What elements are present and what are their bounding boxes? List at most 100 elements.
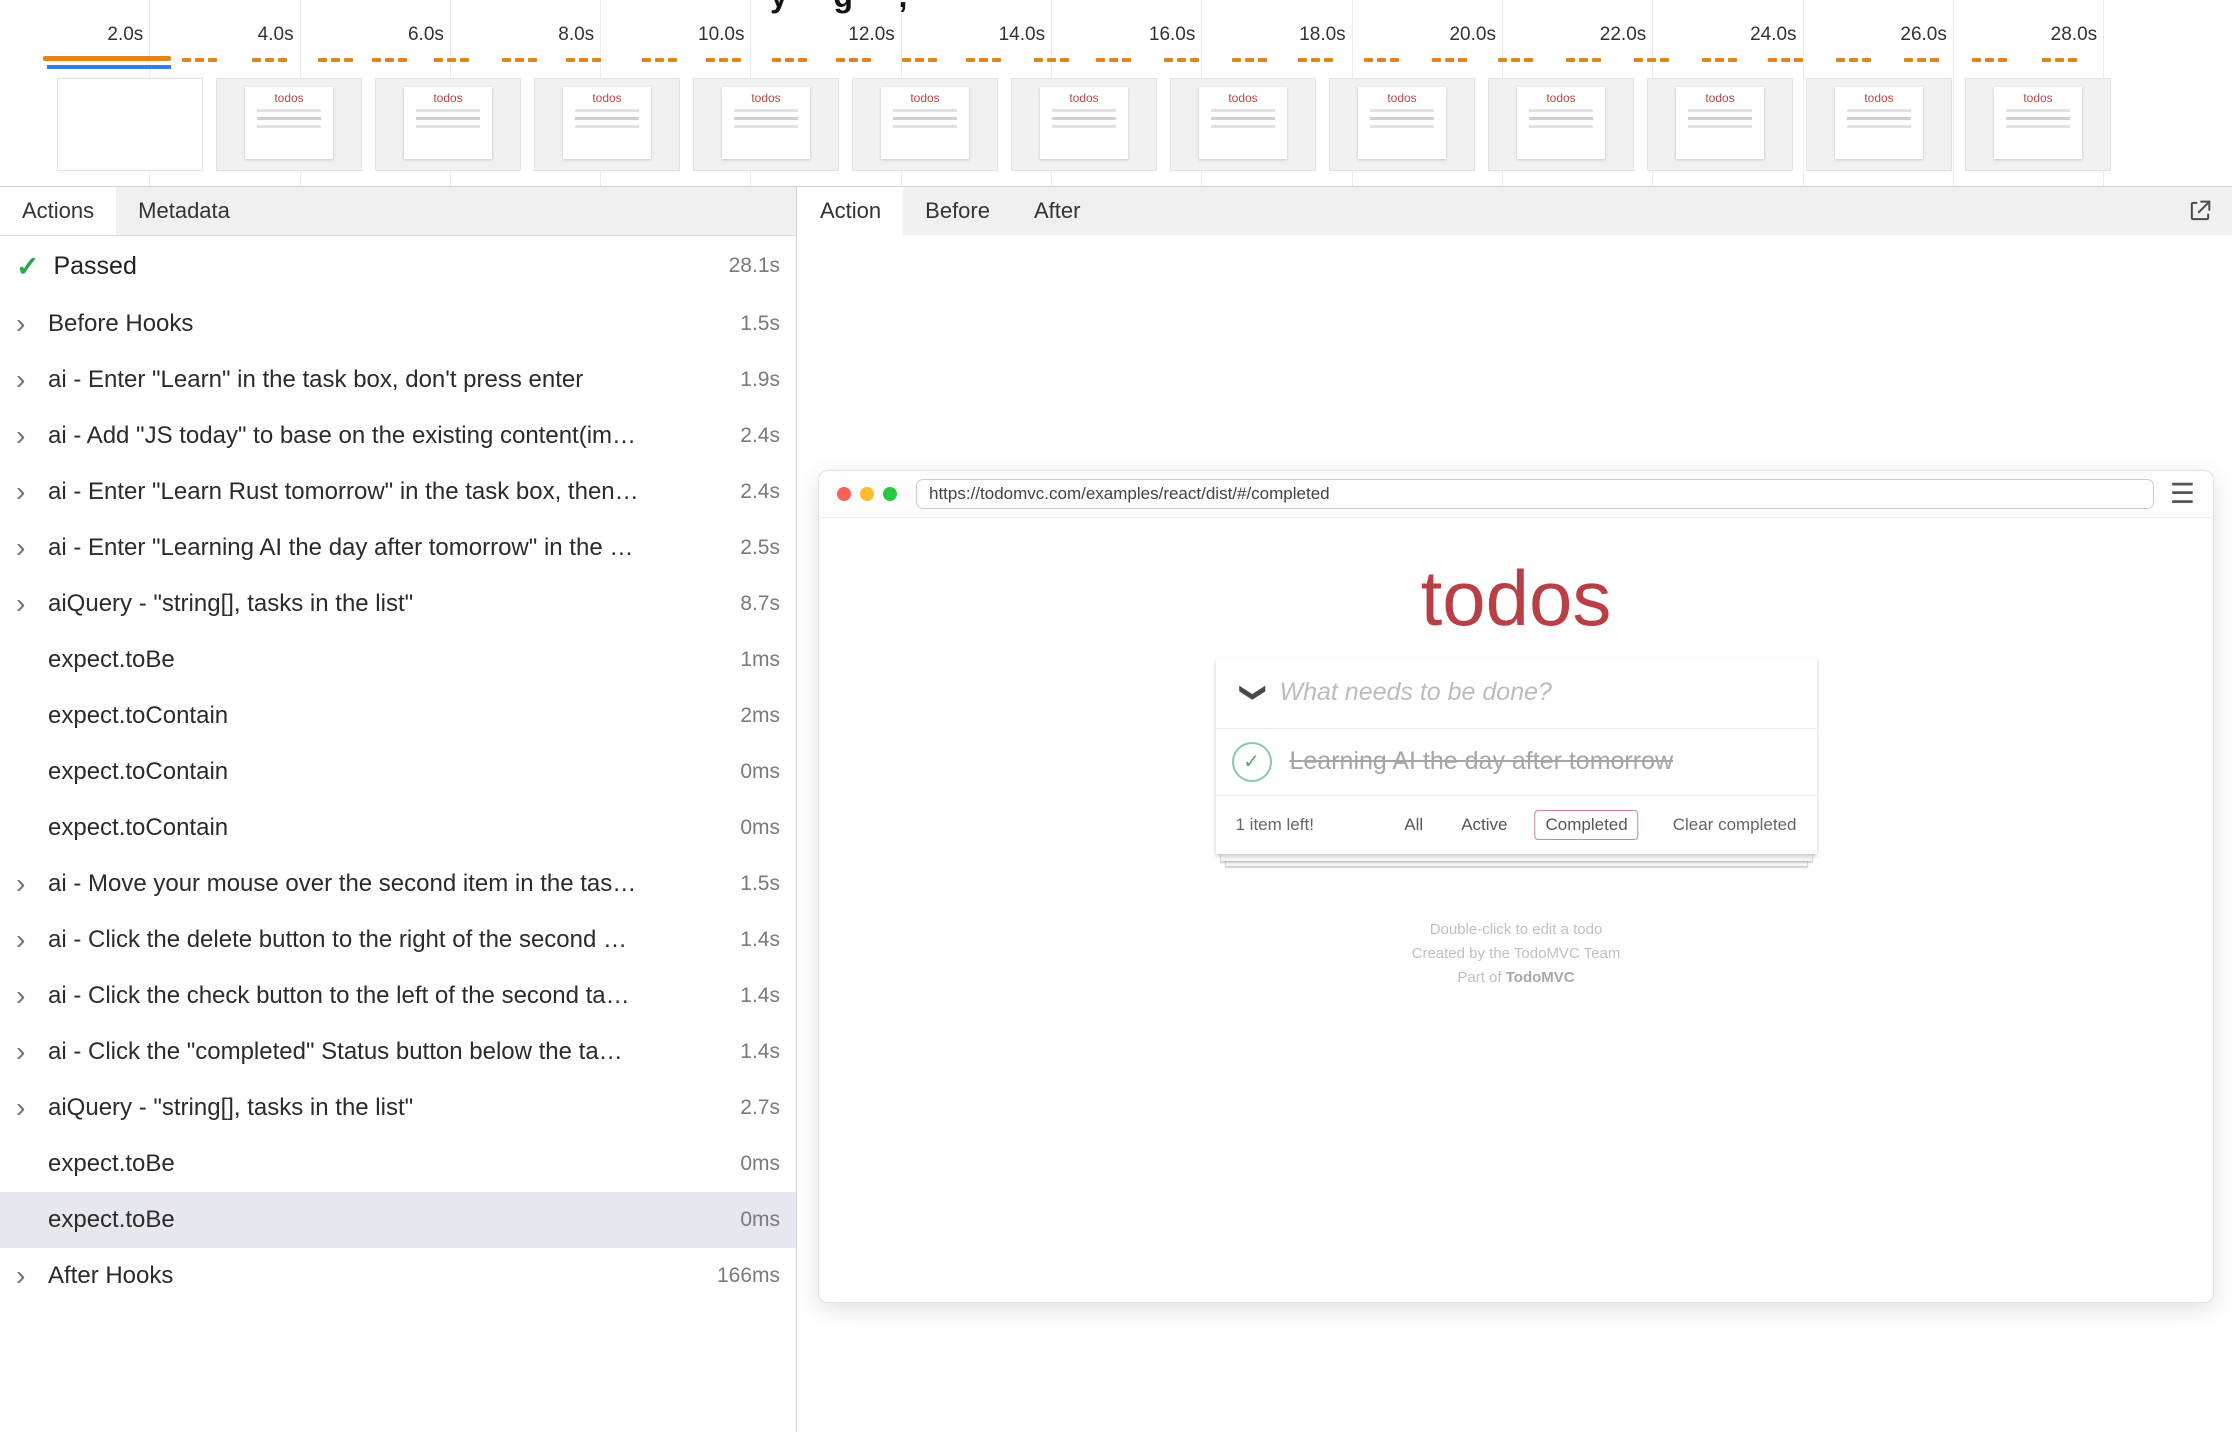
action-row[interactable]: ›ai - Click the delete button to the rig… (0, 912, 796, 968)
action-duration: 1.4s (728, 984, 780, 1008)
action-row[interactable]: expect.toContain0ms (0, 744, 796, 800)
filmstrip-thumbnail[interactable]: todos (1647, 78, 1793, 171)
info-part-of: Part of (1457, 969, 1505, 986)
action-row[interactable]: expect.toContain2ms (0, 688, 796, 744)
chevron-right-icon[interactable]: › (16, 310, 48, 338)
mini-page: todos (1199, 87, 1287, 159)
filmstrip-thumbnail[interactable]: todos (534, 78, 680, 171)
timeline-activity-marks (1634, 58, 1669, 62)
action-row[interactable]: ›ai - Enter "Learning AI the day after t… (0, 520, 796, 576)
action-row[interactable]: ›Before Hooks1.5s (0, 296, 796, 352)
action-row[interactable]: expect.toContain0ms (0, 800, 796, 856)
chevron-right-icon[interactable]: › (16, 366, 48, 394)
action-label: ai - Enter "Learn Rust tomorrow" in the … (48, 478, 728, 506)
timeline-activity-marks (1364, 58, 1399, 62)
timeline-activity-marks (1768, 58, 1803, 62)
test-status-row[interactable]: ✓ Passed 28.1s (0, 236, 796, 296)
action-duration: 2.7s (728, 1096, 780, 1120)
action-row[interactable]: ›ai - Enter "Learn" in the task box, don… (0, 352, 796, 408)
action-label: ai - Move your mouse over the second ite… (48, 870, 728, 898)
chevron-right-icon[interactable]: › (16, 534, 48, 562)
mini-todos-title: todos (245, 92, 333, 104)
timeline-activity-marks (1164, 58, 1199, 62)
clear-completed-button[interactable]: Clear completed (1673, 815, 1797, 835)
action-label: After Hooks (48, 1262, 705, 1290)
menu-icon[interactable]: ☰ (2170, 480, 2195, 508)
external-link-icon[interactable] (2186, 197, 2214, 225)
action-row[interactable]: expect.toBe0ms (0, 1136, 796, 1192)
toggle-all-icon[interactable]: ❯ (1238, 671, 1269, 715)
chevron-right-icon[interactable]: › (16, 870, 48, 898)
traffic-light-yellow (860, 487, 874, 501)
filmstrip-thumbnail[interactable]: todos (1806, 78, 1952, 171)
mini-todos-title: todos (1358, 92, 1446, 104)
info-line-3: Part of TodoMVC (819, 966, 2213, 990)
chevron-right-icon[interactable]: › (16, 422, 48, 450)
chevron-right-icon[interactable]: › (16, 1262, 48, 1290)
action-row[interactable]: ›ai - Click the check button to the left… (0, 968, 796, 1024)
filter-active[interactable]: Active (1450, 810, 1518, 840)
action-row[interactable]: ›ai - Enter "Learn Rust tomorrow" in the… (0, 464, 796, 520)
mini-todos-title: todos (1040, 92, 1128, 104)
action-label: expect.toBe (48, 1150, 728, 1178)
filmstrip-thumbnail[interactable]: todos (693, 78, 839, 171)
info-brand: TodoMVC (1506, 969, 1575, 986)
tab-action[interactable]: Action (798, 187, 903, 235)
action-row[interactable]: ›ai - Move your mouse over the second it… (0, 856, 796, 912)
action-label: expect.toContain (48, 758, 728, 786)
timeline-activity-marks (1566, 58, 1601, 62)
action-duration: 0ms (728, 816, 780, 840)
action-duration: 0ms (728, 760, 780, 784)
timeline[interactable]: 2.0s4.0s6.0s8.0s10.0s12.0s14.0s16.0s18.0… (0, 0, 2232, 187)
filmstrip-thumbnail[interactable]: todos (1329, 78, 1475, 171)
filmstrip-thumbnail[interactable]: todos (1011, 78, 1157, 171)
chevron-right-icon[interactable]: › (16, 1038, 48, 1066)
chevron-right-icon[interactable]: › (16, 982, 48, 1010)
action-row[interactable]: ›ai - Click the "completed" Status butto… (0, 1024, 796, 1080)
mini-page: todos (722, 87, 810, 159)
mini-page: todos (1835, 87, 1923, 159)
chevron-right-icon[interactable]: › (16, 1094, 48, 1122)
filmstrip-thumbnail[interactable]: todos (375, 78, 521, 171)
mini-page: todos (1358, 87, 1446, 159)
action-row[interactable]: ›aiQuery - "string[], tasks in the list"… (0, 1080, 796, 1136)
action-row[interactable]: ›ai - Add "JS today" to base on the exis… (0, 408, 796, 464)
chevron-right-icon[interactable]: › (16, 590, 48, 618)
url-bar[interactable]: https://todomvc.com/examples/react/dist/… (916, 479, 2154, 509)
action-row[interactable]: expect.toBe1ms (0, 632, 796, 688)
chevron-right-icon[interactable]: › (16, 926, 48, 954)
filmstrip-thumbnail[interactable]: todos (852, 78, 998, 171)
traffic-light-red (837, 487, 851, 501)
action-duration: 1.5s (728, 872, 780, 896)
tab-before[interactable]: Before (903, 187, 1012, 235)
detail-panel: ActionBeforeAfter https://todomvc.com/ex… (798, 187, 2232, 1432)
filter-all[interactable]: All (1393, 810, 1434, 840)
passed-check-icon: ✓ (16, 250, 39, 283)
tab-metadata[interactable]: Metadata (116, 187, 252, 235)
filmstrip-thumbnail[interactable]: todos (216, 78, 362, 171)
chevron-right-icon[interactable]: › (16, 478, 48, 506)
filmstrip-thumbnail[interactable]: todos (1170, 78, 1316, 171)
mini-todos-title: todos (1199, 92, 1287, 104)
action-row[interactable]: ›aiQuery - "string[], tasks in the list"… (0, 576, 796, 632)
action-duration: 1ms (728, 648, 780, 672)
filmstrip-thumbnail[interactable]: todos (1488, 78, 1634, 171)
timeline-activity-marks (502, 58, 537, 62)
action-row[interactable]: expect.toBe0ms (0, 1192, 796, 1248)
tab-actions[interactable]: Actions (0, 187, 116, 235)
actions-panel: ActionsMetadata ✓ Passed 28.1s ›Before H… (0, 187, 797, 1432)
new-todo-row[interactable]: ❯ What needs to be done? (1216, 658, 1817, 729)
filter-completed[interactable]: Completed (1534, 810, 1638, 840)
action-row[interactable]: ›After Hooks166ms (0, 1248, 796, 1304)
todo-toggle-icon[interactable]: ✓ (1232, 742, 1272, 782)
action-duration: 2ms (728, 704, 780, 728)
filmstrip-thumbnail[interactable]: todos (1965, 78, 2111, 171)
todo-item[interactable]: ✓ Learning AI the day after tomorrow (1216, 729, 1817, 796)
test-duration: 28.1s (717, 254, 780, 278)
timeline-activity-marks (706, 58, 741, 62)
action-label: ai - Enter "Learning AI the day after to… (48, 534, 728, 562)
timeline-activity-marks (2042, 58, 2077, 62)
filmstrip-thumbnail[interactable] (57, 78, 203, 171)
mini-page: todos (563, 87, 651, 159)
tab-after[interactable]: After (1012, 187, 1102, 235)
